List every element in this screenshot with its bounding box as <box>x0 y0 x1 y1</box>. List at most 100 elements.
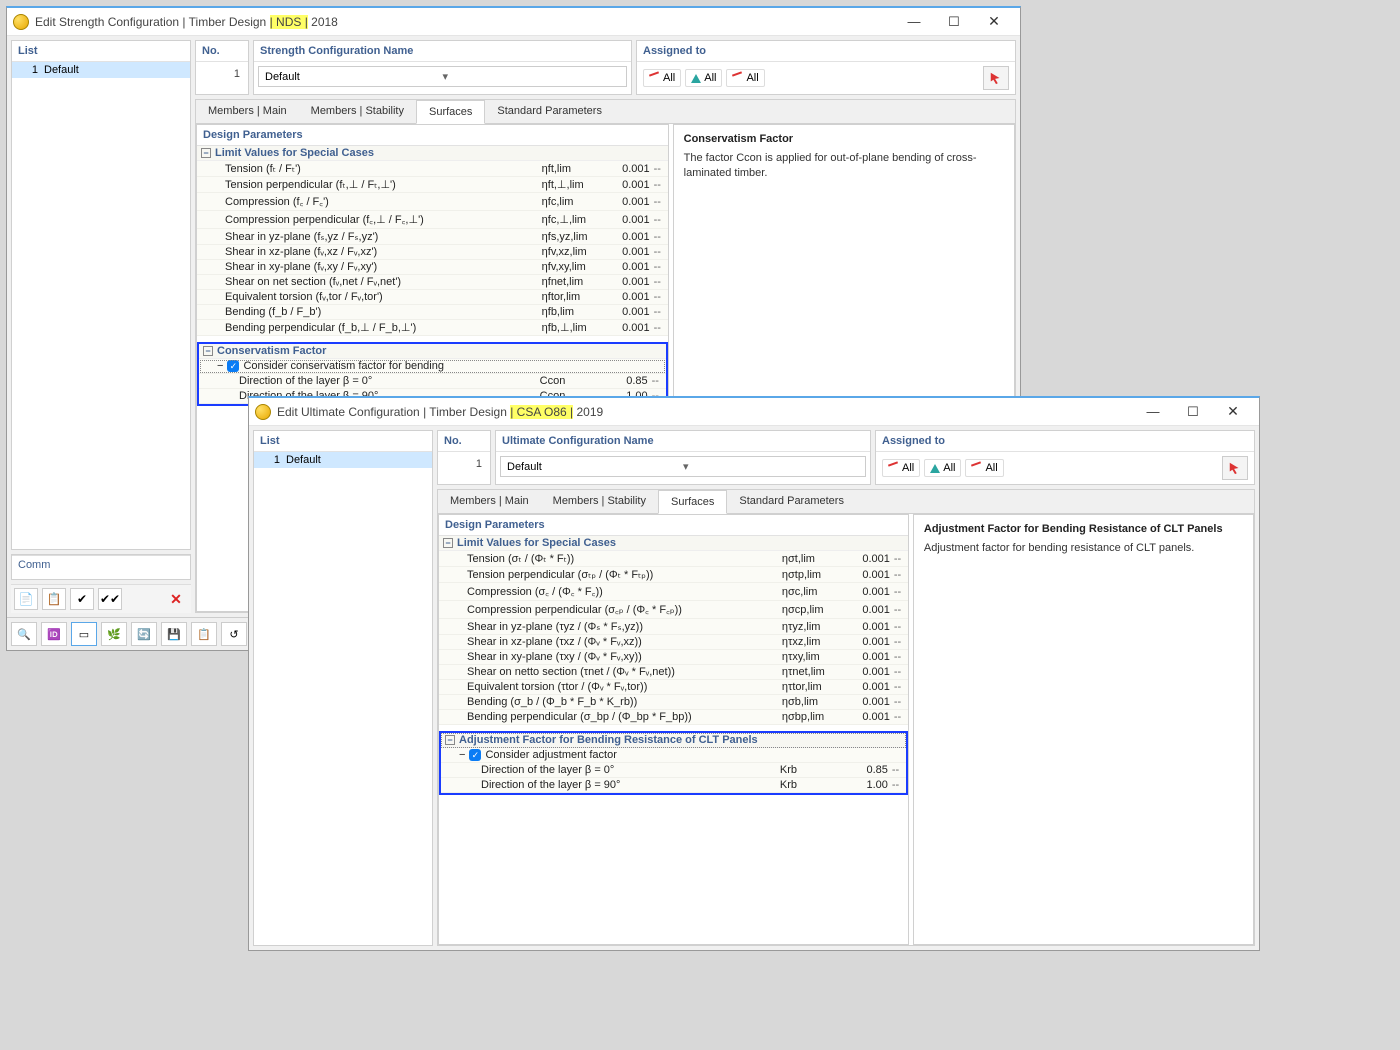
param-value[interactable]: 0.001 <box>842 681 890 693</box>
list-item[interactable]: 1 Default <box>12 62 190 78</box>
tab-surfaces[interactable]: Surfaces <box>416 100 485 124</box>
param-value[interactable]: 0.001 <box>602 179 650 191</box>
param-value[interactable]: 0.001 <box>842 586 890 598</box>
param-value[interactable]: 0.001 <box>842 711 890 723</box>
group-limit-values[interactable]: −Limit Values for Special Cases <box>439 536 908 551</box>
param-value[interactable]: 0.001 <box>842 569 890 581</box>
parameter-row[interactable]: Shear in xz-plane (fᵥ,xz / Fᵥ,xz')ηfv,xz… <box>197 245 668 260</box>
parameter-row[interactable]: Tension perpendicular (σₜₚ / (Φₜ * Fₜₚ))… <box>439 567 908 583</box>
checkbox-row[interactable]: − Consider adjustment factor <box>441 748 906 763</box>
new-button[interactable]: 📄 <box>14 588 38 610</box>
param-value[interactable]: 0.001 <box>602 214 650 226</box>
param-value[interactable]: 0.85 <box>840 764 888 776</box>
checks-button[interactable]: ✔✔ <box>98 588 122 610</box>
param-value[interactable]: 0.001 <box>602 291 650 303</box>
group-conservatism[interactable]: −Conservatism Factor <box>199 344 666 359</box>
param-value[interactable]: 0.001 <box>602 231 650 243</box>
search-button[interactable]: 🔍 <box>11 622 37 646</box>
view-button[interactable]: ▭ <box>71 622 97 646</box>
close-button[interactable]: ✕ <box>1213 399 1253 425</box>
list-item[interactable]: 1 Default <box>254 452 432 468</box>
tab-standard-parameters[interactable]: Standard Parameters <box>485 100 614 123</box>
param-value[interactable]: 0.001 <box>842 651 890 663</box>
assigned-pill[interactable]: All <box>924 459 961 477</box>
titlebar[interactable]: Edit Strength Configuration | Timber Des… <box>7 8 1020 36</box>
param-value[interactable]: 0.001 <box>842 621 890 633</box>
config-name-select[interactable]: Default ▾ <box>258 66 627 87</box>
tab-members-stability[interactable]: Members | Stability <box>299 100 416 123</box>
copy-button[interactable]: 📋 <box>191 622 217 646</box>
collapse-icon[interactable]: − <box>201 148 211 158</box>
parameter-row[interactable]: Bending (f_b / F_b')ηfb,lim0.001-- <box>197 305 668 320</box>
parameter-row[interactable]: Shear on netto section (τnet / (Φᵥ * Fᵥ,… <box>439 665 908 680</box>
maximize-button[interactable]: ☐ <box>934 9 974 35</box>
parameter-row[interactable]: Direction of the layer β = 90°Krb1.00-- <box>441 778 906 793</box>
collapse-icon[interactable]: − <box>203 346 213 356</box>
titlebar[interactable]: Edit Ultimate Configuration | Timber Des… <box>249 398 1259 426</box>
parameter-row[interactable]: Tension perpendicular (fₜ,⊥ / Fₜ,⊥')ηft,… <box>197 177 668 193</box>
assigned-pill[interactable]: All <box>965 459 1003 477</box>
pick-button[interactable] <box>983 66 1009 90</box>
close-button[interactable]: ✕ <box>974 9 1014 35</box>
parameter-row[interactable]: Direction of the layer β = 0°Krb0.85-- <box>441 763 906 778</box>
check-button[interactable]: ✔ <box>70 588 94 610</box>
parameter-row[interactable]: Direction of the layer β = 0°Ccon0.85-- <box>199 374 666 389</box>
parameter-row[interactable]: Compression (σ꜀ / (Φ꜀ * F꜀))ησc,lim0.001… <box>439 583 908 601</box>
param-value[interactable]: 0.001 <box>842 553 890 565</box>
collapse-icon[interactable]: − <box>459 749 465 761</box>
param-value[interactable]: 0.001 <box>842 636 890 648</box>
parameter-row[interactable]: Bending (σ_b / (Φ_b * F_b * K_rb))ησb,li… <box>439 695 908 710</box>
collapse-icon[interactable]: − <box>443 538 453 548</box>
group-adjustment-factor[interactable]: −Adjustment Factor for Bending Resistanc… <box>441 733 906 748</box>
param-value[interactable]: 0.001 <box>602 276 650 288</box>
parameter-row[interactable]: Compression (f꜀ / F꜀')ηfc,lim0.001-- <box>197 193 668 211</box>
param-value[interactable]: 1.00 <box>840 779 888 791</box>
id-button[interactable]: 🆔 <box>41 622 67 646</box>
parameter-row[interactable]: Shear in xz-plane (τxz / (Φᵥ * Fᵥ,xz))ητ… <box>439 635 908 650</box>
checkbox-checked-icon[interactable] <box>227 360 239 372</box>
parameter-row[interactable]: Bending perpendicular (σ_bp / (Φ_bp * F_… <box>439 710 908 725</box>
copy-button[interactable]: 📋 <box>42 588 66 610</box>
parameter-row[interactable]: Shear on net section (fᵥ,net / Fᵥ,net')η… <box>197 275 668 290</box>
parameter-row[interactable]: Tension (σₜ / (Φₜ * Fₜ))ησt,lim0.001-- <box>439 551 908 567</box>
tab-members-stability[interactable]: Members | Stability <box>541 490 658 513</box>
parameter-row[interactable]: Equivalent torsion (τtor / (Φᵥ * Fᵥ,tor)… <box>439 680 908 695</box>
refresh-button[interactable]: 🔄 <box>131 622 157 646</box>
param-value[interactable]: 0.85 <box>600 375 648 387</box>
config-name-select[interactable]: Default ▾ <box>500 456 866 477</box>
tab-members-main[interactable]: Members | Main <box>196 100 299 123</box>
tab-members-main[interactable]: Members | Main <box>438 490 541 513</box>
param-value[interactable]: 0.001 <box>602 196 650 208</box>
delete-button[interactable]: ✕ <box>164 588 188 610</box>
parameter-row[interactable]: Shear in xy-plane (τxy / (Φᵥ * Fᵥ,xy))ητ… <box>439 650 908 665</box>
tab-surfaces[interactable]: Surfaces <box>658 490 727 514</box>
collapse-icon[interactable]: − <box>217 360 223 372</box>
param-value[interactable]: 0.001 <box>842 696 890 708</box>
tree-button[interactable]: 🌿 <box>101 622 127 646</box>
parameter-row[interactable]: Shear in yz-plane (fₛ,yz / Fₛ,yz')ηfs,yz… <box>197 229 668 245</box>
param-value[interactable]: 0.001 <box>602 163 650 175</box>
assigned-pill[interactable]: All <box>726 69 764 87</box>
param-value[interactable]: 0.001 <box>842 666 890 678</box>
parameter-row[interactable]: Bending perpendicular (f_b,⊥ / F_b,⊥')ηf… <box>197 320 668 336</box>
parameter-row[interactable]: Tension (fₜ / Fₜ')ηft,lim0.001-- <box>197 161 668 177</box>
checkbox-checked-icon[interactable] <box>469 749 481 761</box>
parameter-row[interactable]: Compression perpendicular (σ꜀ₚ / (Φ꜀ * F… <box>439 601 908 619</box>
assigned-pill[interactable]: All <box>882 459 920 477</box>
param-value[interactable]: 0.001 <box>602 246 650 258</box>
assigned-pill[interactable]: All <box>643 69 681 87</box>
collapse-icon[interactable]: − <box>445 735 455 745</box>
group-limit-values[interactable]: −Limit Values for Special Cases <box>197 146 668 161</box>
assigned-pill[interactable]: All <box>685 69 722 87</box>
parameter-row[interactable]: Shear in yz-plane (τyz / (Φₛ * Fₛ,yz))ητ… <box>439 619 908 635</box>
param-value[interactable]: 0.001 <box>602 322 650 334</box>
parameter-row[interactable]: Equivalent torsion (fᵥ,tor / Fᵥ,tor')ηft… <box>197 290 668 305</box>
tab-standard-parameters[interactable]: Standard Parameters <box>727 490 856 513</box>
parameter-row[interactable]: Compression perpendicular (f꜀,⊥ / F꜀,⊥')… <box>197 211 668 229</box>
minimize-button[interactable]: — <box>1133 399 1173 425</box>
pick-button[interactable] <box>1222 456 1248 480</box>
save-button[interactable]: 💾 <box>161 622 187 646</box>
checkbox-row[interactable]: − Consider conservatism factor for bendi… <box>199 359 666 374</box>
param-value[interactable]: 0.001 <box>602 306 650 318</box>
minimize-button[interactable]: — <box>894 9 934 35</box>
